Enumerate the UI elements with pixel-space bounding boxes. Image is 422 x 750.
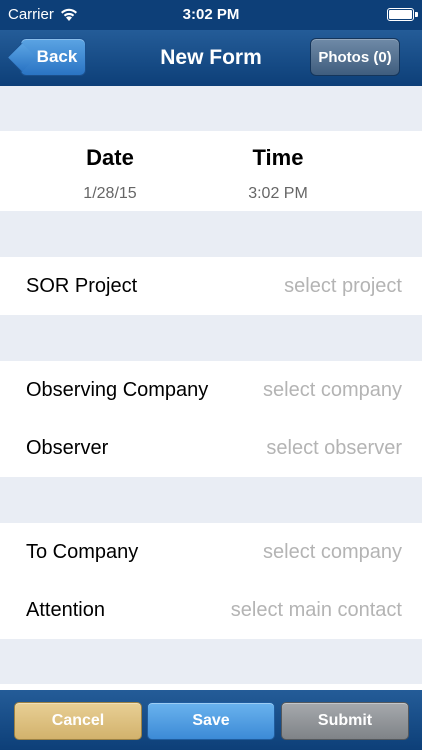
photos-button[interactable]: Photos (0) <box>310 38 400 76</box>
battery-icon <box>387 8 418 21</box>
save-button[interactable]: Save <box>147 702 275 740</box>
sor-project-label: SOR Project <box>26 274 138 297</box>
observing-section: Observing Company select company Observe… <box>0 361 422 477</box>
date-field[interactable]: Date 1/28/15 <box>40 145 180 203</box>
observer-label: Observer <box>26 436 109 459</box>
attention-picker[interactable]: select main contact <box>231 581 402 639</box>
recipient-section: To Company select company Attention sele… <box>0 523 422 639</box>
status-clock: 3:02 PM <box>182 6 240 23</box>
date-value: 1/28/15 <box>83 185 137 202</box>
time-label: Time <box>252 145 304 170</box>
to-company-label: To Company <box>26 540 139 563</box>
observer-picker[interactable]: select observer <box>266 419 402 477</box>
observing-company-row[interactable]: Observing Company select company <box>0 361 422 419</box>
to-company-picker[interactable]: select company <box>263 523 402 581</box>
to-company-row[interactable]: To Company select company <box>0 523 422 581</box>
time-field[interactable]: Time 3:02 PM <box>208 145 348 203</box>
observer-row[interactable]: Observer select observer <box>0 419 422 477</box>
bottom-toolbar: Cancel Save Submit <box>0 690 422 750</box>
cancel-button[interactable]: Cancel <box>14 702 142 740</box>
back-button[interactable]: Back <box>20 38 86 76</box>
status-bar: Carrier 3:02 PM <box>0 0 422 30</box>
observing-company-picker[interactable]: select company <box>263 361 402 419</box>
submit-button[interactable]: Submit <box>281 702 409 740</box>
attention-row[interactable]: Attention select main contact <box>0 581 422 639</box>
app-root: Carrier 3:02 PM Back New Form Photos (0)… <box>0 0 422 750</box>
date-label: Date <box>86 145 134 170</box>
back-button-label: Back <box>36 47 78 66</box>
navigation-bar: Back New Form Photos (0) <box>0 30 422 86</box>
page-title: New Form <box>160 46 262 69</box>
project-section: SOR Project select project <box>0 257 422 315</box>
attention-label: Attention <box>26 598 105 621</box>
observing-company-label: Observing Company <box>26 378 209 401</box>
time-value: 3:02 PM <box>248 185 308 202</box>
sor-project-row[interactable]: SOR Project select project <box>0 257 422 315</box>
date-time-section: Date 1/28/15 Time 3:02 PM <box>0 131 422 211</box>
sor-project-picker[interactable]: select project <box>284 257 402 315</box>
